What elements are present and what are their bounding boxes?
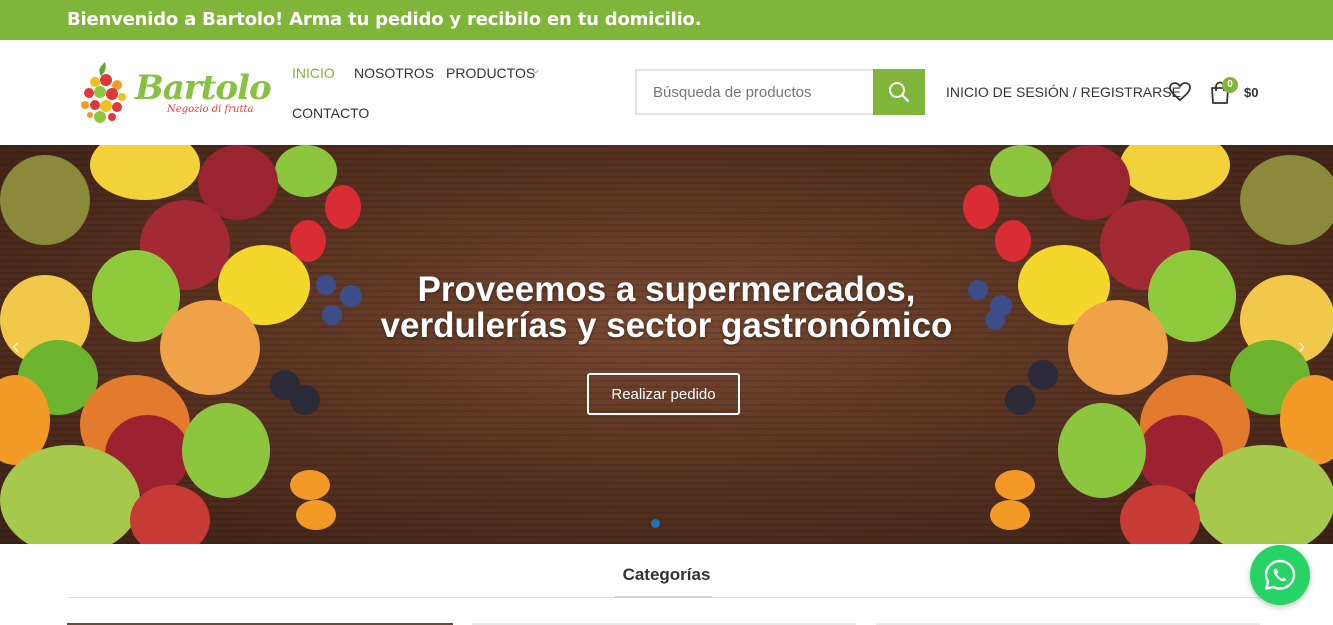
logo-wordmark: Bartolo xyxy=(135,68,272,108)
lime-fruit xyxy=(275,145,337,197)
promo-text: Bienvenido a Bartolo! Arma tu pedido y r… xyxy=(67,9,702,30)
slider-prev-arrow[interactable]: ‹ xyxy=(12,333,19,359)
site-header: Bartolo Negozio di frutta INICIO NOSOTRO… xyxy=(0,40,1333,145)
blackberry-fruit xyxy=(1005,385,1035,415)
lime-fruit xyxy=(990,145,1052,197)
nectarine-fruit xyxy=(130,485,210,544)
place-order-button[interactable]: Realizar pedido xyxy=(587,373,740,415)
strawberry-fruit xyxy=(963,185,999,229)
search-icon xyxy=(889,82,910,103)
lemon-fruit xyxy=(90,145,200,200)
grape-cluster xyxy=(0,155,90,245)
strawberry-fruit xyxy=(325,185,361,229)
hero-title: Proveemos a supermercados, verdulerías y… xyxy=(0,272,1333,344)
hero-slider: Proveemos a supermercados, verdulerías y… xyxy=(0,145,1333,544)
search-form xyxy=(635,69,925,115)
blackberry-fruit xyxy=(1028,360,1058,390)
categories-title-underline xyxy=(615,596,712,598)
grape-cluster xyxy=(0,445,140,544)
cart-total[interactable]: $0 xyxy=(1244,85,1258,100)
search-button[interactable] xyxy=(873,69,925,115)
logo-tagline: Negozio di frutta xyxy=(167,104,254,115)
hero-title-line1: Proveemos a supermercados, xyxy=(417,270,916,309)
nav-item-contacto[interactable]: CONTACTO xyxy=(292,105,369,121)
site-logo[interactable]: Bartolo Negozio di frutta xyxy=(75,56,272,128)
search-input[interactable] xyxy=(635,69,874,115)
grape-cluster xyxy=(1240,155,1333,245)
grape-cluster xyxy=(1195,445,1333,544)
whatsapp-chat-button[interactable] xyxy=(1250,545,1310,605)
blackberry-fruit xyxy=(290,385,320,415)
hero-title-line2: verdulerías y sector gastronómico xyxy=(380,306,953,345)
nav-item-nosotros[interactable]: NOSOTROS xyxy=(354,65,434,81)
kumquat-fruit xyxy=(990,500,1030,530)
heart-icon[interactable] xyxy=(1168,80,1192,104)
kumquat-fruit xyxy=(296,500,336,530)
strawberry-fruit xyxy=(995,220,1031,262)
apple-fruit xyxy=(182,403,270,498)
kumquat-fruit xyxy=(290,470,330,500)
nav-item-productos[interactable]: PRODUCTOS xyxy=(446,65,535,81)
lemon-fruit xyxy=(1120,145,1230,200)
apple-fruit xyxy=(1058,403,1146,498)
slider-dot-1[interactable] xyxy=(651,519,660,528)
whatsapp-icon xyxy=(1264,559,1296,590)
chevron-down-icon[interactable] xyxy=(532,68,539,75)
fruit-cluster-logo-icon xyxy=(81,62,126,123)
nav-item-inicio[interactable]: INICIO xyxy=(292,65,335,81)
kumquat-fruit xyxy=(995,470,1035,500)
login-register-link[interactable]: INICIO DE SESIÓN / REGISTRARSE xyxy=(946,84,1181,100)
categories-title: Categorías xyxy=(622,565,711,584)
top-promo-bar: Bienvenido a Bartolo! Arma tu pedido y r… xyxy=(0,0,1333,40)
slider-next-arrow[interactable]: › xyxy=(1298,333,1305,359)
cart-count-badge: 0 xyxy=(1222,77,1238,93)
